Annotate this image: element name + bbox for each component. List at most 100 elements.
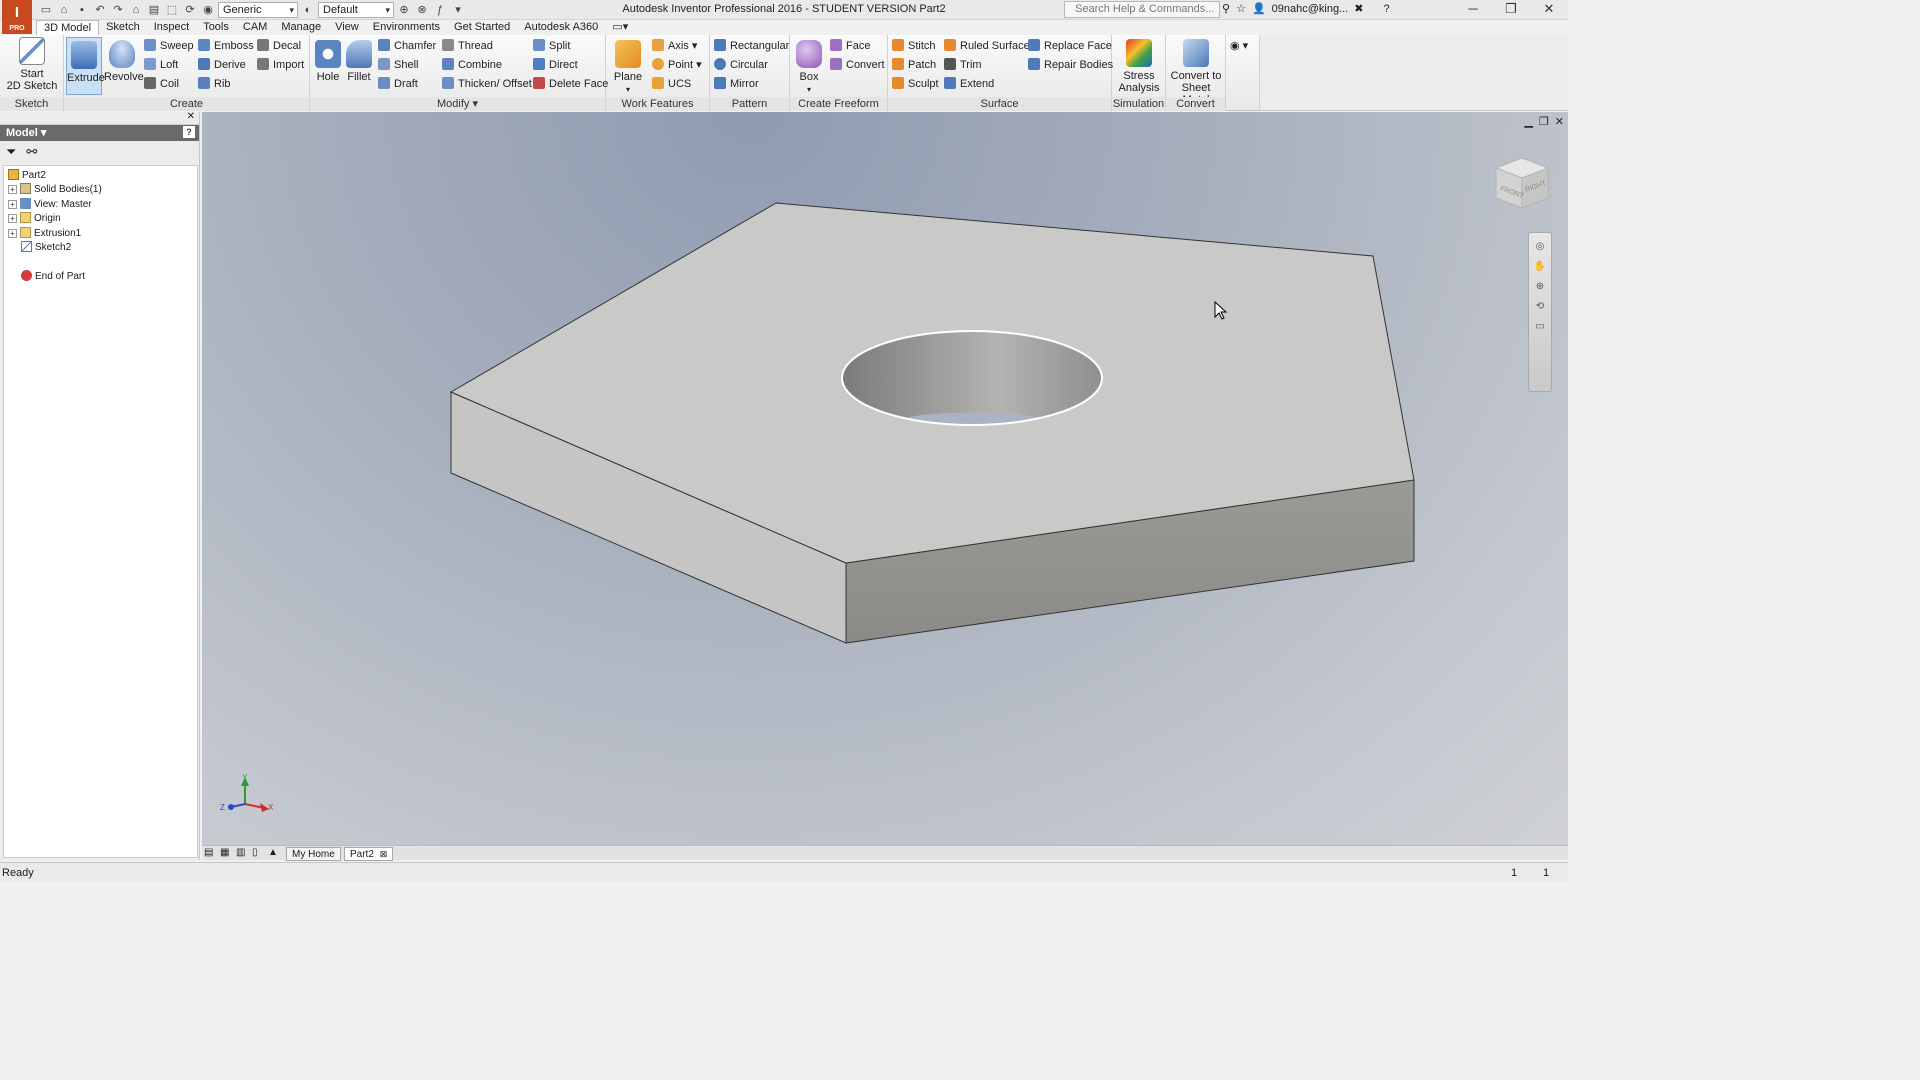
home-icon[interactable]: ⌂	[128, 2, 144, 18]
expand-icon[interactable]: +	[8, 185, 17, 194]
convert-to-sheet-metal-button[interactable]: Convert to Sheet Metal	[1168, 37, 1224, 106]
tree-node-part2[interactable]: Part2	[8, 169, 46, 183]
browser-title-bar[interactable]: Model ▾ ?	[0, 125, 199, 141]
loft-button[interactable]: Loft	[144, 56, 178, 74]
rectangular-pattern-button[interactable]: Rectangular	[714, 37, 789, 55]
viewcube[interactable]: FRONT RIGHT	[1486, 150, 1556, 220]
find-icon[interactable]: ⚯	[26, 144, 37, 160]
undo-icon[interactable]: ↶	[92, 2, 108, 18]
tile-cascade-icon[interactable]: ▯	[252, 847, 258, 858]
app-menu-button[interactable]: I PRO	[2, 0, 32, 34]
star-icon[interactable]: ☆	[1236, 2, 1246, 15]
new-icon[interactable]: ▭	[38, 2, 54, 18]
graphics-viewport[interactable]: ▁ ❐ ✕ FRONT RIGHT ◎ ✋ ⊕ ⟲ ▭ Y X Z	[202, 112, 1568, 845]
tab-view[interactable]: View	[328, 20, 366, 35]
delete-face-button[interactable]: Delete Face	[533, 75, 608, 93]
ruled-surface-button[interactable]: Ruled Surface	[944, 37, 1030, 55]
start-2d-sketch-button[interactable]: Start 2D Sketch	[6, 37, 58, 92]
tree-node-end-of-part[interactable]: End of Part	[21, 270, 85, 284]
steering-wheel-icon[interactable]: ◎	[1533, 241, 1547, 253]
user-icon[interactable]: 👤	[1252, 2, 1266, 15]
viewport-close-icon[interactable]: ✕	[1555, 115, 1564, 128]
ribbon-options-icon[interactable]: ▭▾	[605, 20, 635, 35]
extend-button[interactable]: Extend	[944, 75, 994, 93]
circular-pattern-button[interactable]: Circular	[714, 56, 768, 74]
derive-button[interactable]: Derive	[198, 56, 246, 74]
more-icon[interactable]: ▾	[450, 2, 466, 18]
stress-analysis-button[interactable]: Stress Analysis	[1116, 37, 1162, 94]
zoom-icon[interactable]: ⊕	[1533, 281, 1547, 293]
restore-icon[interactable]: ❐	[1492, 0, 1530, 20]
doc-tab-close-icon[interactable]: ⊠	[380, 849, 388, 859]
emboss-button[interactable]: Emboss	[198, 37, 254, 55]
panel-title-modify[interactable]: Modify ▾	[310, 97, 605, 111]
ucs-button[interactable]: UCS	[652, 75, 691, 93]
sweep-button[interactable]: Sweep	[144, 37, 194, 55]
doc-tab-part2[interactable]: Part2 ⊠	[344, 847, 394, 861]
look-at-icon[interactable]: ▭	[1533, 321, 1547, 333]
browser-grip[interactable]: ✕	[0, 111, 199, 125]
combine-button[interactable]: Combine	[442, 56, 502, 74]
tab-tools[interactable]: Tools	[196, 20, 236, 35]
tab-manage[interactable]: Manage	[274, 20, 328, 35]
direct-button[interactable]: Direct	[533, 56, 578, 74]
tab-sketch[interactable]: Sketch	[99, 20, 147, 35]
face-button[interactable]: Face	[830, 37, 870, 55]
extrude-button[interactable]: Extrude	[66, 37, 105, 95]
viewport-restore-icon[interactable]: ❐	[1539, 115, 1549, 128]
project-icon[interactable]: ▤	[146, 2, 162, 18]
tile-horizontal-icon[interactable]: ▦	[220, 847, 229, 858]
save-icon[interactable]: ▪	[74, 2, 90, 18]
user-name[interactable]: 09nahc@king...	[1272, 3, 1349, 15]
browser-help-icon[interactable]: ?	[183, 126, 195, 138]
axis-button[interactable]: Axis ▾	[652, 37, 697, 55]
plane-dropdown-icon[interactable]: ▾	[626, 85, 630, 94]
viewport-minimize-icon[interactable]: ▁	[1524, 115, 1532, 128]
function-icon[interactable]: ƒ	[432, 2, 448, 18]
tree-node-view-master[interactable]: + View: Master	[8, 198, 92, 212]
import-button[interactable]: Import	[257, 56, 304, 74]
doc-tab-my-home[interactable]: My Home	[286, 847, 341, 861]
tile-icon[interactable]: ▤	[204, 847, 213, 858]
coil-button[interactable]: Coil	[144, 75, 179, 93]
ribbon-overflow-icon[interactable]: ◉ ▾	[1230, 37, 1248, 55]
browser-title[interactable]: Model ▾	[6, 127, 46, 139]
orbit-icon[interactable]: ⟲	[1533, 301, 1547, 313]
minimize-icon[interactable]: ─	[1454, 0, 1492, 20]
tab-cam[interactable]: CAM	[236, 20, 274, 35]
appearance-icon[interactable]: ◐	[300, 2, 316, 18]
exchange-icon[interactable]: ✖	[1354, 2, 1363, 15]
replace-face-button[interactable]: Replace Face	[1028, 37, 1112, 55]
point-button[interactable]: Point ▾	[652, 56, 702, 74]
pan-icon[interactable]: ✋	[1533, 261, 1547, 273]
tab-inspect[interactable]: Inspect	[147, 20, 196, 35]
trim-button[interactable]: Trim	[944, 56, 982, 74]
select-icon[interactable]: ⬚	[164, 2, 180, 18]
doc-menu-icon[interactable]: ▲	[268, 847, 278, 858]
material-icon[interactable]: ◉	[200, 2, 216, 18]
split-button[interactable]: Split	[533, 37, 570, 55]
thicken-offset-button[interactable]: Thicken/ Offset	[442, 75, 532, 93]
tab-3d-model[interactable]: 3D Model	[36, 20, 100, 35]
mirror-button[interactable]: Mirror	[714, 75, 759, 93]
plane-button[interactable]: Plane ▾	[612, 37, 644, 96]
tab-get-started[interactable]: Get Started	[447, 20, 517, 35]
thread-button[interactable]: Thread	[442, 37, 493, 55]
draft-button[interactable]: Draft	[378, 75, 418, 93]
tab-environments[interactable]: Environments	[366, 20, 447, 35]
close-icon[interactable]: ✕	[1530, 0, 1568, 20]
help-icon[interactable]: ?	[1383, 3, 1389, 15]
browser-close-icon[interactable]: ✕	[187, 111, 195, 122]
revolve-button[interactable]: Revolve	[104, 37, 144, 83]
help-search-input[interactable]: Search Help & Commands...	[1064, 1, 1220, 18]
decal-button[interactable]: Decal	[257, 37, 301, 55]
expand-icon[interactable]: +	[8, 200, 17, 209]
redo-icon[interactable]: ↷	[110, 2, 126, 18]
tree-node-solid-bodies[interactable]: + Solid Bodies(1)	[8, 183, 102, 197]
box-button[interactable]: Box ▾	[794, 37, 824, 96]
expand-icon[interactable]: +	[8, 229, 17, 238]
appearance-combo[interactable]: Default	[318, 2, 394, 18]
tab-autodesk-a360[interactable]: Autodesk A360	[517, 20, 605, 35]
sculpt-button[interactable]: Sculpt	[892, 75, 939, 93]
open-icon[interactable]: ⌂	[56, 2, 72, 18]
